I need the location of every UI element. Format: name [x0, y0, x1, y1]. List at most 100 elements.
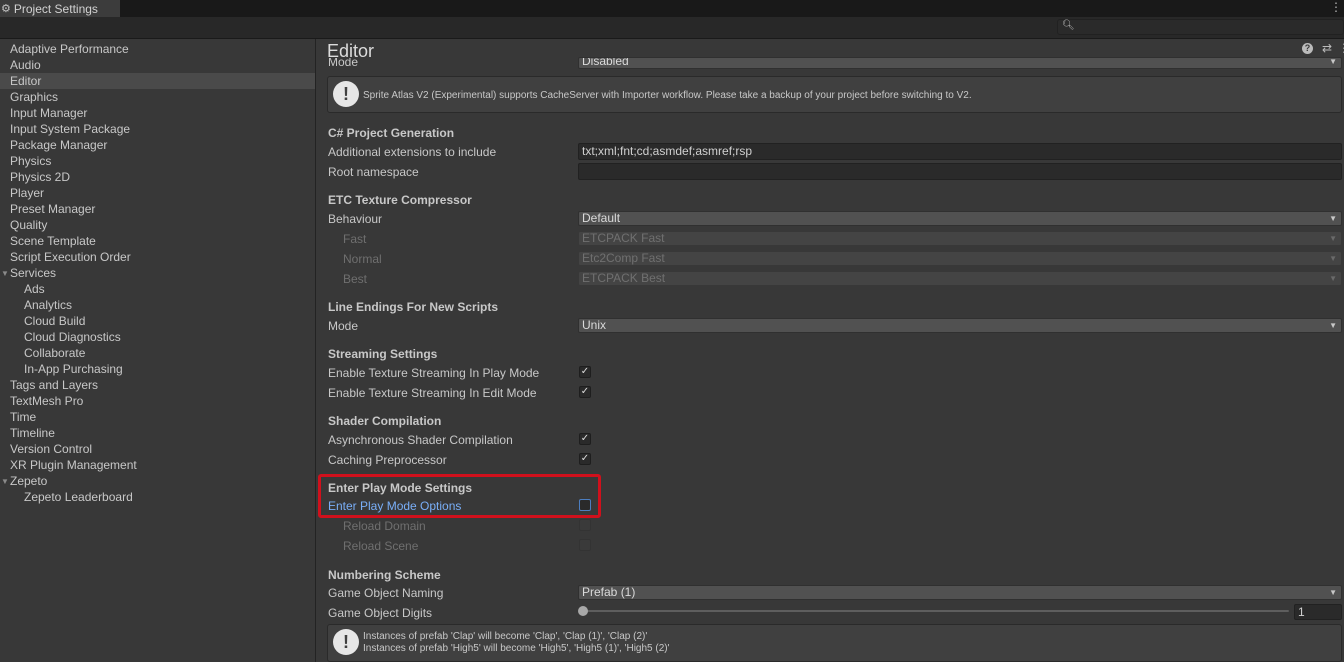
- normal-dropdown: Etc2Comp Fast ▼: [578, 251, 1342, 266]
- root-namespace-label: Root namespace: [328, 165, 419, 179]
- streaming-play-mode-checkbox[interactable]: ✓: [579, 366, 591, 378]
- additional-extensions-label: Additional extensions to include: [328, 145, 497, 159]
- sidebar-item-cloud-diagnostics[interactable]: Cloud Diagnostics: [24, 329, 121, 345]
- sidebar-item-input-manager[interactable]: Input Manager: [10, 105, 87, 121]
- sidebar-item-zepeto[interactable]: Zepeto: [10, 473, 47, 489]
- settings-sidebar: Adaptive Performance Audio Editor Graphi…: [0, 39, 316, 662]
- sidebar-item-player[interactable]: Player: [10, 185, 44, 201]
- sidebar-item-timeline[interactable]: Timeline: [10, 425, 55, 441]
- caching-preprocessor-label: Caching Preprocessor: [328, 453, 447, 467]
- line-endings-mode-dropdown[interactable]: Unix ▼: [578, 318, 1342, 333]
- sidebar-item-services[interactable]: Services: [10, 265, 56, 281]
- reload-domain-checkbox: [579, 519, 591, 531]
- sidebar-item-xr-plugin-management[interactable]: XR Plugin Management: [10, 457, 137, 473]
- async-shader-label: Asynchronous Shader Compilation: [328, 433, 513, 447]
- help-message: Sprite Atlas V2 (Experimental) supports …: [363, 90, 972, 101]
- sidebar-item-version-control[interactable]: Version Control: [10, 441, 92, 457]
- dropdown-value: Prefab (1): [582, 585, 636, 599]
- chevron-down-icon: ▼: [1329, 234, 1337, 243]
- sprite-atlas-help-box: ! Sprite Atlas V2 (Experimental) support…: [327, 76, 1342, 113]
- gear-icon: ⚙: [1, 3, 11, 15]
- game-object-naming-dropdown[interactable]: Prefab (1) ▼: [578, 585, 1342, 600]
- best-label: Best: [343, 272, 368, 286]
- caching-preprocessor-checkbox[interactable]: ✓: [579, 453, 591, 465]
- sidebar-item-script-execution-order[interactable]: Script Execution Order: [10, 249, 131, 265]
- fold-arrow-icon[interactable]: ▼: [1, 477, 9, 486]
- dropdown-value: Disabled: [582, 57, 629, 68]
- checkmark-icon: ✓: [580, 386, 590, 397]
- mode-label: Mode: [328, 58, 359, 68]
- tab-title: Project Settings: [13, 1, 98, 16]
- sidebar-item-time[interactable]: Time: [10, 409, 36, 425]
- section-header-line-endings: Line Endings For New Scripts: [328, 300, 499, 314]
- game-object-naming-label: Game Object Naming: [328, 586, 444, 600]
- preset-icon[interactable]: ⇄: [1322, 41, 1332, 55]
- help-message-line-2: Instances of prefab 'High5' will become …: [363, 643, 670, 654]
- sidebar-item-preset-manager[interactable]: Preset Manager: [10, 201, 95, 217]
- sidebar-item-quality[interactable]: Quality: [10, 217, 47, 233]
- sidebar-item-physics[interactable]: Physics: [10, 153, 51, 169]
- search-input[interactable]: 🔍︎: [1057, 19, 1344, 35]
- chevron-down-icon: ▼: [1329, 274, 1337, 283]
- sidebar-item-package-manager[interactable]: Package Manager: [10, 137, 107, 153]
- digits-slider-thumb[interactable]: [578, 606, 588, 616]
- sidebar-item-zepeto-leaderboard[interactable]: Zepeto Leaderboard: [24, 489, 133, 505]
- section-header-streaming: Streaming Settings: [328, 347, 438, 361]
- section-header-shader: Shader Compilation: [328, 414, 442, 428]
- sidebar-item-audio[interactable]: Audio: [10, 57, 41, 73]
- sidebar-item-in-app-purchasing[interactable]: In-App Purchasing: [24, 361, 123, 377]
- fast-dropdown: ETCPACK Fast ▼: [578, 231, 1342, 246]
- sidebar-item-tags-and-layers[interactable]: Tags and Layers: [10, 377, 98, 393]
- chevron-down-icon: ▼: [1329, 57, 1337, 66]
- warning-icon: !: [333, 81, 359, 107]
- tab-project-settings[interactable]: ⚙ Project Settings: [0, 0, 120, 17]
- dropdown-value: ETCPACK Fast: [582, 231, 665, 245]
- streaming-play-mode-label: Enable Texture Streaming In Play Mode: [328, 366, 540, 380]
- sidebar-item-editor[interactable]: Editor: [0, 73, 315, 89]
- checkmark-icon: ✓: [580, 433, 590, 444]
- line-endings-mode-label: Mode: [328, 319, 359, 333]
- streaming-edit-mode-label: Enable Texture Streaming In Edit Mode: [328, 386, 537, 400]
- game-object-digits-label: Game Object Digits: [328, 606, 433, 620]
- sidebar-item-graphics[interactable]: Graphics: [10, 89, 58, 105]
- sidebar-item-input-system-package[interactable]: Input System Package: [10, 121, 130, 137]
- editor-settings-panel: Editor ? ⇄ ⋮ Mode Disabled ▼ ! Sprite At…: [317, 39, 1344, 662]
- additional-extensions-field[interactable]: txt;xml;fnt;cd;asmdef;asmref;rsp: [578, 143, 1342, 160]
- section-header-etc: ETC Texture Compressor: [328, 193, 472, 207]
- sidebar-item-collaborate[interactable]: Collaborate: [24, 345, 85, 361]
- kebab-menu-icon[interactable]: ⋮: [1330, 1, 1342, 13]
- help-icon[interactable]: ?: [1302, 43, 1313, 54]
- sidebar-item-textmesh-pro[interactable]: TextMesh Pro: [10, 393, 83, 409]
- reload-domain-label: Reload Domain: [343, 519, 426, 533]
- dropdown-value: ETCPACK Best: [582, 271, 666, 285]
- dropdown-value: Unix: [582, 318, 607, 332]
- sidebar-item-scene-template[interactable]: Scene Template: [10, 233, 96, 249]
- reload-scene-label: Reload Scene: [343, 539, 419, 553]
- sprite-packer-mode-dropdown[interactable]: Disabled ▼: [578, 57, 1342, 69]
- root-namespace-field[interactable]: [578, 163, 1342, 180]
- chevron-down-icon: ▼: [1329, 214, 1337, 223]
- title-bar: ⚙ Project Settings ⋮: [0, 0, 1344, 17]
- checkmark-icon: ✓: [580, 366, 590, 377]
- behaviour-label: Behaviour: [328, 212, 383, 226]
- reload-scene-checkbox: [579, 539, 591, 551]
- more-options-icon[interactable]: ⋮: [1338, 41, 1344, 55]
- async-shader-checkbox[interactable]: ✓: [579, 433, 591, 445]
- chevron-down-icon: ▼: [1329, 321, 1337, 330]
- sidebar-item-adaptive-performance[interactable]: Adaptive Performance: [10, 41, 129, 57]
- dropdown-value: Default: [582, 211, 621, 225]
- dropdown-value: Etc2Comp Fast: [582, 251, 665, 265]
- sidebar-item-cloud-build[interactable]: Cloud Build: [24, 313, 85, 329]
- best-dropdown: ETCPACK Best ▼: [578, 271, 1342, 286]
- fold-arrow-icon[interactable]: ▼: [1, 269, 9, 278]
- chevron-down-icon: ▼: [1329, 254, 1337, 263]
- section-header-csharp: C# Project Generation: [328, 126, 455, 140]
- sidebar-item-ads[interactable]: Ads: [24, 281, 45, 297]
- behaviour-dropdown[interactable]: Default ▼: [578, 211, 1342, 226]
- sidebar-item-physics-2d[interactable]: Physics 2D: [10, 169, 70, 185]
- digits-value-field[interactable]: 1: [1294, 604, 1342, 620]
- digits-slider-track[interactable]: [582, 610, 1289, 612]
- sidebar-item-analytics[interactable]: Analytics: [24, 297, 72, 313]
- streaming-edit-mode-checkbox[interactable]: ✓: [579, 386, 591, 398]
- toolbar: 🔍︎: [0, 17, 1344, 39]
